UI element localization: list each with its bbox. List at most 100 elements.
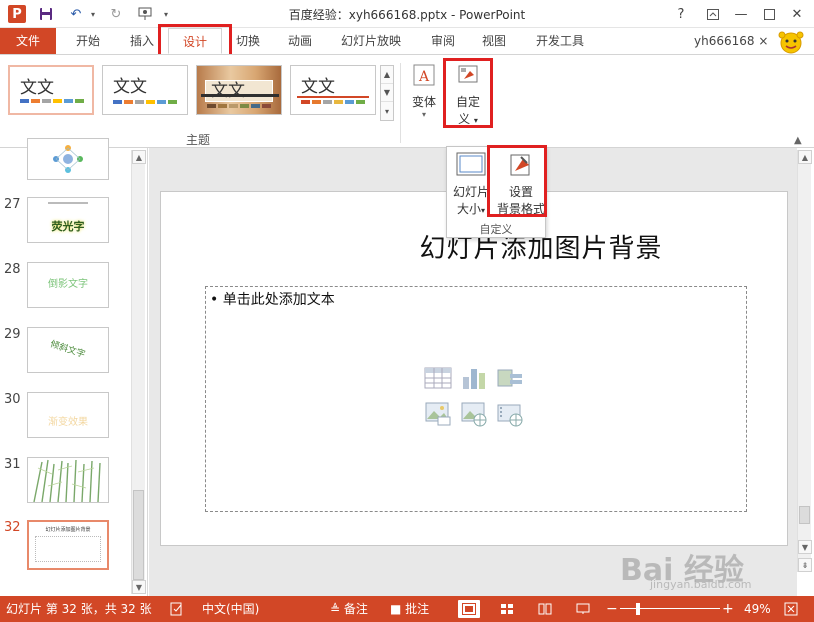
tab-slideshow[interactable]: 幻灯片放映 — [332, 28, 410, 54]
insert-online-picture-icon[interactable] — [460, 401, 488, 427]
content-placeholder[interactable]: • 单击此处添加文本 — [205, 286, 747, 512]
scroll-up-icon[interactable]: ▲ — [132, 150, 146, 164]
slide-size-button[interactable]: 幻灯片 大小▾ — [449, 151, 493, 217]
tab-design[interactable]: 设计 — [168, 28, 222, 54]
ribbon-display-options-icon[interactable] — [700, 3, 726, 25]
slide-number: 32 — [4, 520, 21, 535]
customize-label: 自定 — [455, 95, 480, 109]
variants-button[interactable]: A 变体 ▾ — [408, 63, 440, 119]
ribbon-tab-row: 文件 开始 插入 设计 切换 动画 幻灯片放映 审阅 视图 开发工具 yh666… — [0, 28, 814, 54]
theme-label: 文文 — [20, 78, 54, 98]
theme-color-bars — [301, 100, 365, 104]
spelling-check-icon[interactable] — [170, 596, 184, 622]
edit-area-scrollbar[interactable]: ▲ ▼ ⇟ — [797, 150, 812, 572]
zoom-slider-track[interactable] — [620, 608, 720, 609]
thumb-text: 倾斜文字 — [48, 339, 87, 361]
slide-size-label-2: 大小▾ — [456, 202, 486, 216]
slide-thumb-image: 渐变效果 — [27, 392, 109, 438]
theme-thumbnail-1[interactable]: 文文 — [8, 65, 94, 115]
slide-number: 31 — [4, 457, 21, 472]
zoom-in-button[interactable]: + — [722, 596, 734, 622]
svg-text:A: A — [418, 69, 430, 85]
scroll-down-icon[interactable]: ▼ — [132, 580, 146, 594]
slide-size-icon — [455, 151, 487, 177]
current-slide[interactable]: 幻灯片添加图片背景 • 单击此处添加文本 — [160, 191, 788, 546]
maximize-icon[interactable] — [756, 3, 782, 25]
next-slide-icon[interactable]: ⇟ — [798, 558, 812, 572]
avatar[interactable] — [778, 30, 804, 54]
gallery-up-icon[interactable]: ▲ — [381, 66, 393, 84]
insert-smartart-icon[interactable] — [496, 365, 524, 391]
slide-thumbnail-26[interactable] — [0, 138, 128, 198]
slide-size-label: 幻灯片 — [452, 185, 489, 199]
gallery-down-icon[interactable]: ▼ — [381, 84, 393, 102]
theme-thumbnail-3[interactable]: 文文 — [196, 65, 282, 115]
theme-color-bars — [113, 100, 177, 104]
tab-file[interactable]: 文件 — [0, 28, 56, 54]
slide-thumbnail-32[interactable]: 32 幻灯片添加图片背景 — [0, 520, 128, 580]
scroll-up-icon[interactable]: ▲ — [798, 150, 812, 164]
slide-number: 29 — [4, 327, 21, 342]
language-indicator[interactable]: 中文(中国) — [202, 596, 259, 622]
comments-button[interactable]: ■ 批注 — [390, 596, 429, 622]
tab-developer[interactable]: 开发工具 — [528, 28, 592, 54]
slide-sorter-view-icon[interactable] — [496, 600, 518, 618]
scroll-down-icon[interactable]: ▼ — [798, 540, 812, 554]
theme-label: 文文 — [301, 77, 335, 97]
slide-thumbnail-pane: 27 荧光字 28 倒影文字 29 倾斜文字 30 渐变效果 31 32 幻灯片… — [0, 138, 148, 596]
thumb-text: 荧光字 — [51, 220, 85, 233]
slide-counter[interactable]: 幻灯片 第 32 张，共 32 张 — [6, 596, 152, 622]
scroll-thumb[interactable] — [799, 506, 810, 524]
slide-pane-scrollbar[interactable]: ▲ ▼ — [131, 150, 146, 594]
reading-view-icon[interactable] — [534, 600, 556, 618]
scroll-thumb[interactable] — [133, 490, 144, 580]
slide-thumb-image: 幻灯片添加图片背景 — [27, 520, 109, 570]
slide-thumbnail-29[interactable]: 29 倾斜文字 — [0, 327, 128, 387]
insert-video-icon[interactable] — [496, 401, 524, 427]
customize-button[interactable]: 自定 义 ▾ — [448, 63, 488, 127]
status-bar: 幻灯片 第 32 张，共 32 张 中文(中国) ≜ 备注 ■ 批注 − + 4… — [0, 596, 814, 622]
insert-chart-icon[interactable] — [460, 365, 488, 391]
notes-button[interactable]: ≜ 备注 — [330, 596, 368, 622]
normal-view-icon[interactable] — [458, 600, 480, 618]
zoom-slider-thumb[interactable] — [636, 603, 640, 615]
tab-animations[interactable]: 动画 — [278, 28, 322, 54]
group-label-themes: 主题 — [186, 133, 211, 147]
format-background-label-2: 背景格式 — [497, 202, 546, 216]
zoom-level[interactable]: 49% — [744, 596, 771, 622]
theme-label: 文文 — [113, 77, 147, 97]
tab-insert[interactable]: 插入 — [118, 28, 166, 54]
thumb-text: 倒影文字 — [48, 279, 88, 290]
user-account[interactable]: yh666168 × — [694, 28, 768, 54]
insert-table-icon[interactable] — [424, 365, 452, 391]
minimize-icon[interactable]: — — [728, 3, 754, 25]
slide-thumb-image: 荧光字 — [27, 197, 109, 243]
variants-dropdown-icon: ▾ — [421, 110, 426, 119]
tab-home[interactable]: 开始 — [64, 28, 112, 54]
slide-thumbnail-27[interactable]: 27 荧光字 — [0, 197, 128, 257]
fit-to-window-icon[interactable] — [780, 600, 802, 618]
tab-view[interactable]: 视图 — [474, 28, 514, 54]
format-background-icon — [507, 151, 535, 179]
help-icon[interactable]: ? — [668, 3, 694, 25]
theme-thumbnail-4[interactable]: 文文 — [290, 65, 376, 115]
slide-thumbnail-30[interactable]: 30 渐变效果 — [0, 392, 128, 452]
insert-picture-icon[interactable] — [424, 401, 452, 427]
slide-thumbnail-28[interactable]: 28 倒影文字 — [0, 262, 128, 322]
close-icon[interactable]: ✕ — [784, 3, 810, 25]
theme-thumbnail-2[interactable]: 文文 — [102, 65, 188, 115]
format-background-button[interactable]: 设置 背景格式 — [497, 151, 545, 217]
slideshow-view-icon[interactable] — [572, 600, 594, 618]
customize-label-2: 义 ▾ — [458, 112, 478, 126]
theme-accent-line — [297, 96, 369, 98]
theme-label: 文文 — [211, 81, 245, 101]
baidu-watermark-url: jingyan.baidu.com — [650, 578, 752, 591]
format-background-label: 设置 — [508, 185, 533, 199]
theme-gallery-scroll[interactable]: ▲ ▼ ▾ — [380, 65, 394, 121]
collapse-ribbon-icon[interactable]: ▲ — [794, 135, 802, 146]
tab-review[interactable]: 审阅 — [422, 28, 464, 54]
gallery-more-icon[interactable]: ▾ — [381, 102, 393, 120]
zoom-out-button[interactable]: − — [606, 596, 618, 622]
slide-thumbnail-31[interactable]: 31 — [0, 457, 128, 517]
tab-transitions[interactable]: 切换 — [226, 28, 270, 54]
